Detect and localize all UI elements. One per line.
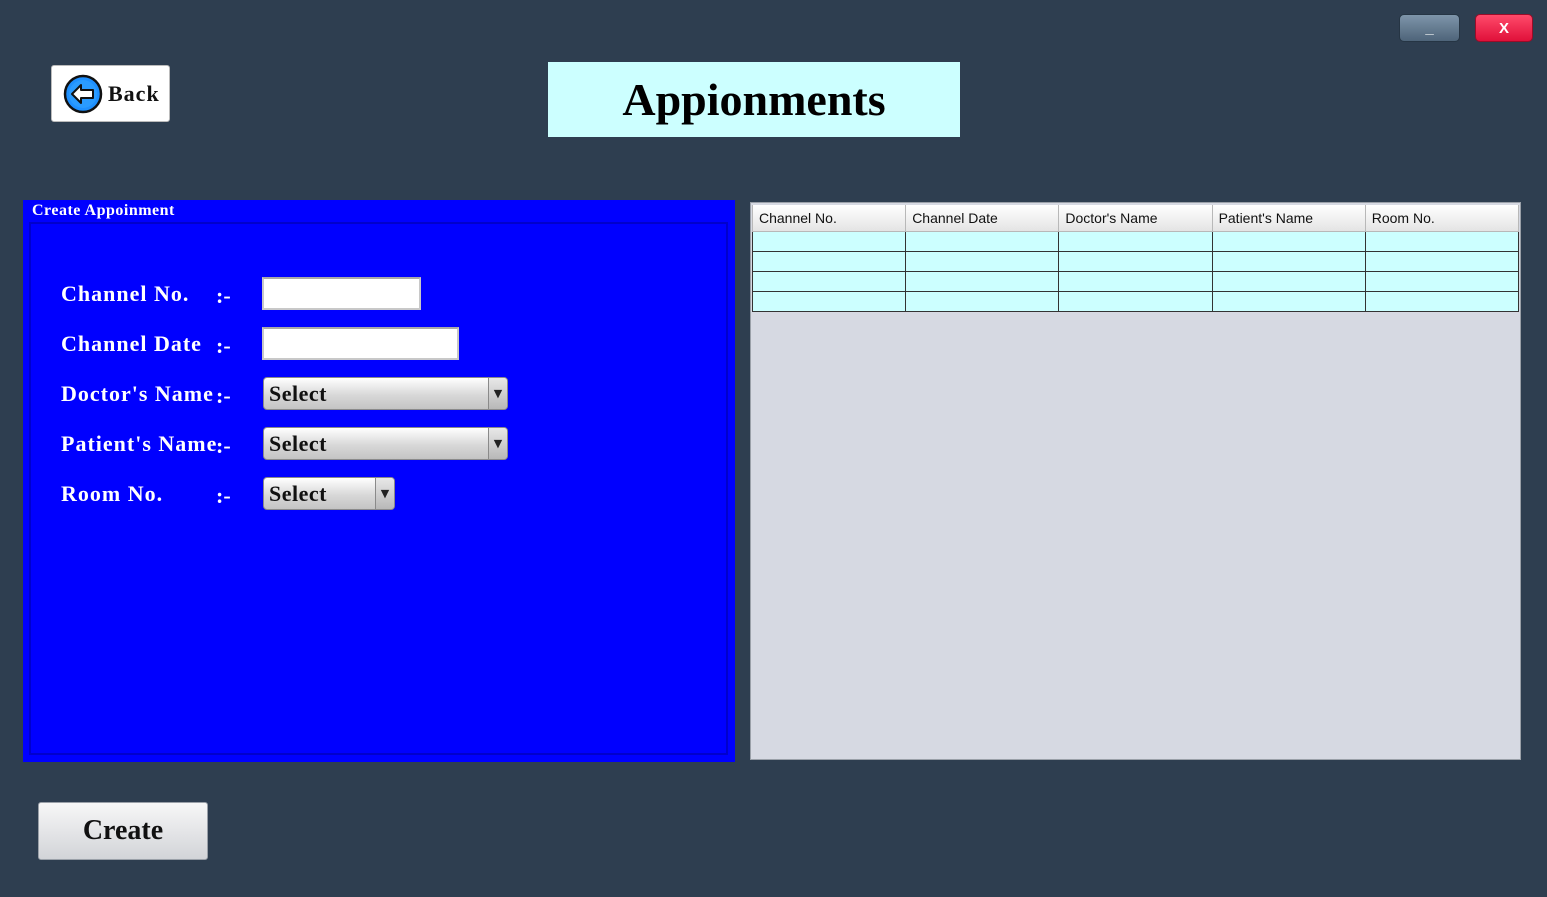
minimize-button[interactable]: _ xyxy=(1399,14,1460,42)
column-header-patient-name[interactable]: Patient's Name xyxy=(1211,205,1366,232)
panel-title: Create Appoinment xyxy=(32,202,175,219)
patient-name-select[interactable]: Select ▼ xyxy=(263,427,508,460)
room-no-select[interactable]: Select ▼ xyxy=(263,477,395,510)
back-button[interactable]: Back xyxy=(51,65,170,122)
appointments-table-panel[interactable]: Channel No. Channel Date Doctor's Name P… xyxy=(750,202,1521,760)
column-header-channel-date[interactable]: Channel Date xyxy=(905,205,1060,232)
channel-date-input[interactable] xyxy=(262,327,459,360)
channel-no-label: Channel No. xyxy=(61,281,190,306)
table-cell[interactable] xyxy=(1211,270,1366,292)
table-cell[interactable] xyxy=(1211,290,1366,312)
room-no-label: Room No. xyxy=(61,481,164,506)
table-cell[interactable] xyxy=(1058,250,1213,272)
column-header-room-no[interactable]: Room No. xyxy=(1364,205,1520,232)
doctor-name-sep: :- xyxy=(216,383,231,408)
page-title: Appionments xyxy=(622,74,886,125)
table-cell[interactable] xyxy=(905,250,1060,272)
doctor-name-label: Doctor's Name xyxy=(61,381,214,406)
table-cell[interactable] xyxy=(1364,270,1520,292)
patient-name-selected: Select xyxy=(269,430,327,456)
table-cell[interactable] xyxy=(1364,290,1520,312)
close-button[interactable]: X xyxy=(1475,14,1533,42)
table-cell[interactable] xyxy=(905,270,1060,292)
chevron-down-icon[interactable]: ▼ xyxy=(488,378,507,409)
title-banner: Appionments xyxy=(548,62,960,137)
patient-name-label: Patient's Name xyxy=(61,431,218,456)
chevron-down-icon[interactable]: ▼ xyxy=(488,428,507,459)
table-cell[interactable] xyxy=(1058,230,1213,252)
create-button[interactable]: Create xyxy=(38,802,208,860)
table-cell[interactable] xyxy=(751,290,907,312)
table-row[interactable] xyxy=(751,290,1520,312)
table-cell[interactable] xyxy=(1058,290,1213,312)
table-row[interactable] xyxy=(751,250,1520,272)
table-cell[interactable] xyxy=(1211,250,1366,272)
chevron-down-icon[interactable]: ▼ xyxy=(375,478,394,509)
doctor-name-selected: Select xyxy=(269,380,327,406)
room-no-sep: :- xyxy=(216,483,231,508)
table-row[interactable] xyxy=(751,270,1520,292)
table-cell[interactable] xyxy=(1364,250,1520,272)
channel-date-sep: :- xyxy=(216,333,231,358)
table-cell[interactable] xyxy=(1058,270,1213,292)
table-row[interactable] xyxy=(751,230,1520,252)
minimize-label: _ xyxy=(1425,19,1434,37)
room-no-selected: Select xyxy=(269,480,327,506)
column-header-channel-no[interactable]: Channel No. xyxy=(751,205,907,232)
table-cell[interactable] xyxy=(751,270,907,292)
table-cell[interactable] xyxy=(751,250,907,272)
close-label: X xyxy=(1498,19,1509,37)
channel-no-input[interactable] xyxy=(262,277,421,310)
table-cell[interactable] xyxy=(1211,230,1366,252)
table-cell[interactable] xyxy=(905,290,1060,312)
column-header-doctor-name[interactable]: Doctor's Name xyxy=(1058,205,1213,232)
back-label: Back xyxy=(108,80,160,106)
appointments-table[interactable]: Channel No. Channel Date Doctor's Name P… xyxy=(751,205,1520,312)
channel-no-sep: :- xyxy=(216,283,231,308)
table-header-row: Channel No. Channel Date Doctor's Name P… xyxy=(751,205,1520,232)
arrow-left-circle-icon xyxy=(63,74,103,113)
create-label: Create xyxy=(82,815,164,846)
doctor-name-select[interactable]: Select ▼ xyxy=(263,377,508,410)
table-cell[interactable] xyxy=(751,230,907,252)
table-cell[interactable] xyxy=(1364,230,1520,252)
patient-name-sep: :- xyxy=(216,433,231,458)
channel-date-label: Channel Date xyxy=(61,331,202,356)
table-cell[interactable] xyxy=(905,230,1060,252)
